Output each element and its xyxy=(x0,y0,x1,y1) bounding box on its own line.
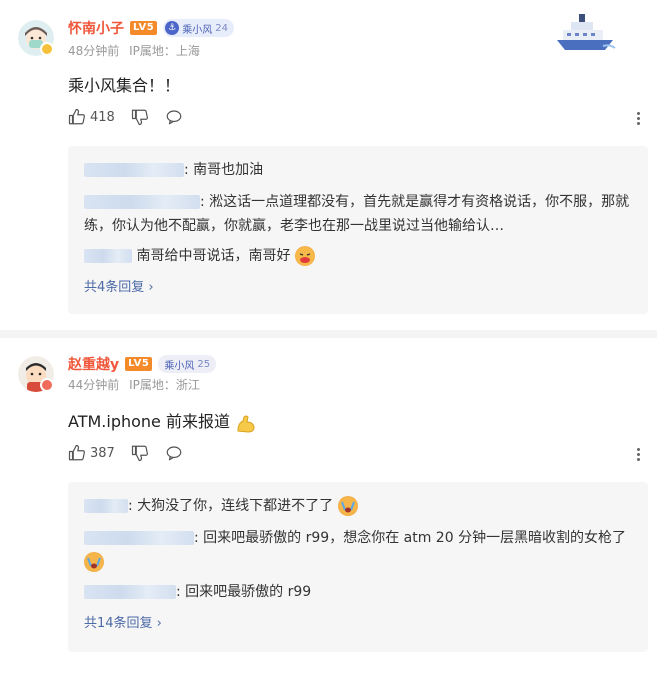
reply-icon xyxy=(166,110,182,125)
reply-item[interactable]: : 回来吧最骄傲的 r99，想念你在 atm 20 分钟一层黑暗收割的女枪了 xyxy=(84,526,632,574)
like-icon xyxy=(68,108,85,125)
fan-badge-label: 乘小风 xyxy=(164,360,195,372)
like-button[interactable]: 418 xyxy=(68,108,115,126)
reply-list: : 南哥也加油 : 淞这话一点道理都没有，首先就是赢得才有资格说话，你不服，那就… xyxy=(68,146,648,314)
username[interactable]: 赵重越y xyxy=(68,354,119,374)
comment-text-value: ATM.iphone 前来报道 xyxy=(68,412,230,431)
like-icon xyxy=(68,444,85,461)
comment-text: ATM.iphone 前来报道 xyxy=(68,408,255,433)
reply-username-blurred xyxy=(84,499,128,513)
reply-item[interactable]: : 南哥也加油 xyxy=(84,158,632,182)
reply-text: 大狗没了你，连线下都进不了了 xyxy=(137,498,334,514)
comment-meta: 44分钟前 IP属地：浙江 xyxy=(68,376,200,393)
fan-badge[interactable]: ⚓ 乘小风 24 xyxy=(163,19,234,37)
emoji xyxy=(337,496,358,516)
fan-badge-label: 乘小风 xyxy=(182,24,213,36)
dislike-button[interactable] xyxy=(131,444,149,462)
reply-text: 南哥也加油 xyxy=(193,162,264,178)
reply-username-blurred xyxy=(84,585,176,599)
fan-badge[interactable]: 乘小风 25 xyxy=(158,355,217,373)
reply-item[interactable]: 南哥给中哥说话，南哥好 xyxy=(84,244,632,268)
reply-button[interactable] xyxy=(165,108,183,126)
ship-badge-icon xyxy=(553,10,617,54)
like-count: 418 xyxy=(90,109,115,125)
comment-time: 44分钟前 xyxy=(68,378,120,392)
level-badge: LV5 xyxy=(130,21,158,35)
reply-text: 回来吧最骄傲的 r99，想念你在 atm 20 分钟一层黑暗收割的女枪了 xyxy=(203,530,627,546)
comment-time: 48分钟前 xyxy=(68,44,120,58)
emoji xyxy=(84,552,104,572)
view-more-replies-link[interactable]: 共4条回复 › xyxy=(84,276,632,295)
fan-badge-level: 24 xyxy=(215,22,228,34)
verified-badge-icon xyxy=(40,378,54,392)
reply-username-blurred xyxy=(84,195,200,209)
like-count: 387 xyxy=(90,445,115,461)
reply-username-blurred xyxy=(84,531,194,545)
ip-location: 浙江 xyxy=(175,378,200,392)
ip-location: 上海 xyxy=(175,44,200,58)
reply-text: 南哥给中哥说话，南哥好 xyxy=(136,248,291,264)
comment-meta: 48分钟前 IP属地：上海 xyxy=(68,42,200,59)
ip-label: IP属地： xyxy=(129,378,176,392)
reply-item[interactable]: : 淞这话一点道理都没有，首先就是赢得才有资格说话，你不服，那就练，你认为他不配… xyxy=(84,190,632,238)
reply-icon xyxy=(166,446,182,461)
dislike-icon xyxy=(131,109,148,126)
comment-item: 怀南小子 LV5 ⚓ 乘小风 24 48分钟前 IP属地：上海 乘小风集合！！ … xyxy=(0,0,657,330)
more-icon[interactable] xyxy=(637,110,641,127)
comment-item: 赵重越y LV5 乘小风 25 44分钟前 IP属地：浙江 ATM.iphone… xyxy=(0,338,657,683)
like-button[interactable]: 387 xyxy=(68,444,115,462)
level-badge: LV5 xyxy=(125,357,153,371)
comment-text: 乘小风集合！！ xyxy=(68,76,181,95)
emoji xyxy=(294,246,315,266)
dislike-icon xyxy=(131,445,148,462)
reply-item[interactable]: : 回来吧最骄傲的 r99 xyxy=(84,580,632,604)
view-more-replies-link[interactable]: 共14条回复 › xyxy=(84,612,632,631)
dislike-button[interactable] xyxy=(131,108,149,126)
reply-text: 回来吧最骄傲的 r99 xyxy=(185,584,312,600)
verified-badge-icon xyxy=(40,42,54,56)
fan-badge-level: 25 xyxy=(197,358,211,370)
reply-list: : 大狗没了你，连线下都进不了了 : 回来吧最骄傲的 r99，想念你在 atm … xyxy=(68,482,648,652)
anchor-icon: ⚓ xyxy=(165,21,180,35)
reply-username-blurred xyxy=(84,249,132,263)
ip-label: IP属地： xyxy=(129,44,176,58)
divider xyxy=(0,330,657,338)
more-icon[interactable] xyxy=(637,446,641,463)
reply-item[interactable]: : 大狗没了你，连线下都进不了了 xyxy=(84,494,632,518)
username[interactable]: 怀南小子 xyxy=(68,18,124,38)
reply-username-blurred xyxy=(84,163,184,177)
reply-button[interactable] xyxy=(165,444,183,462)
emoji xyxy=(235,413,255,433)
